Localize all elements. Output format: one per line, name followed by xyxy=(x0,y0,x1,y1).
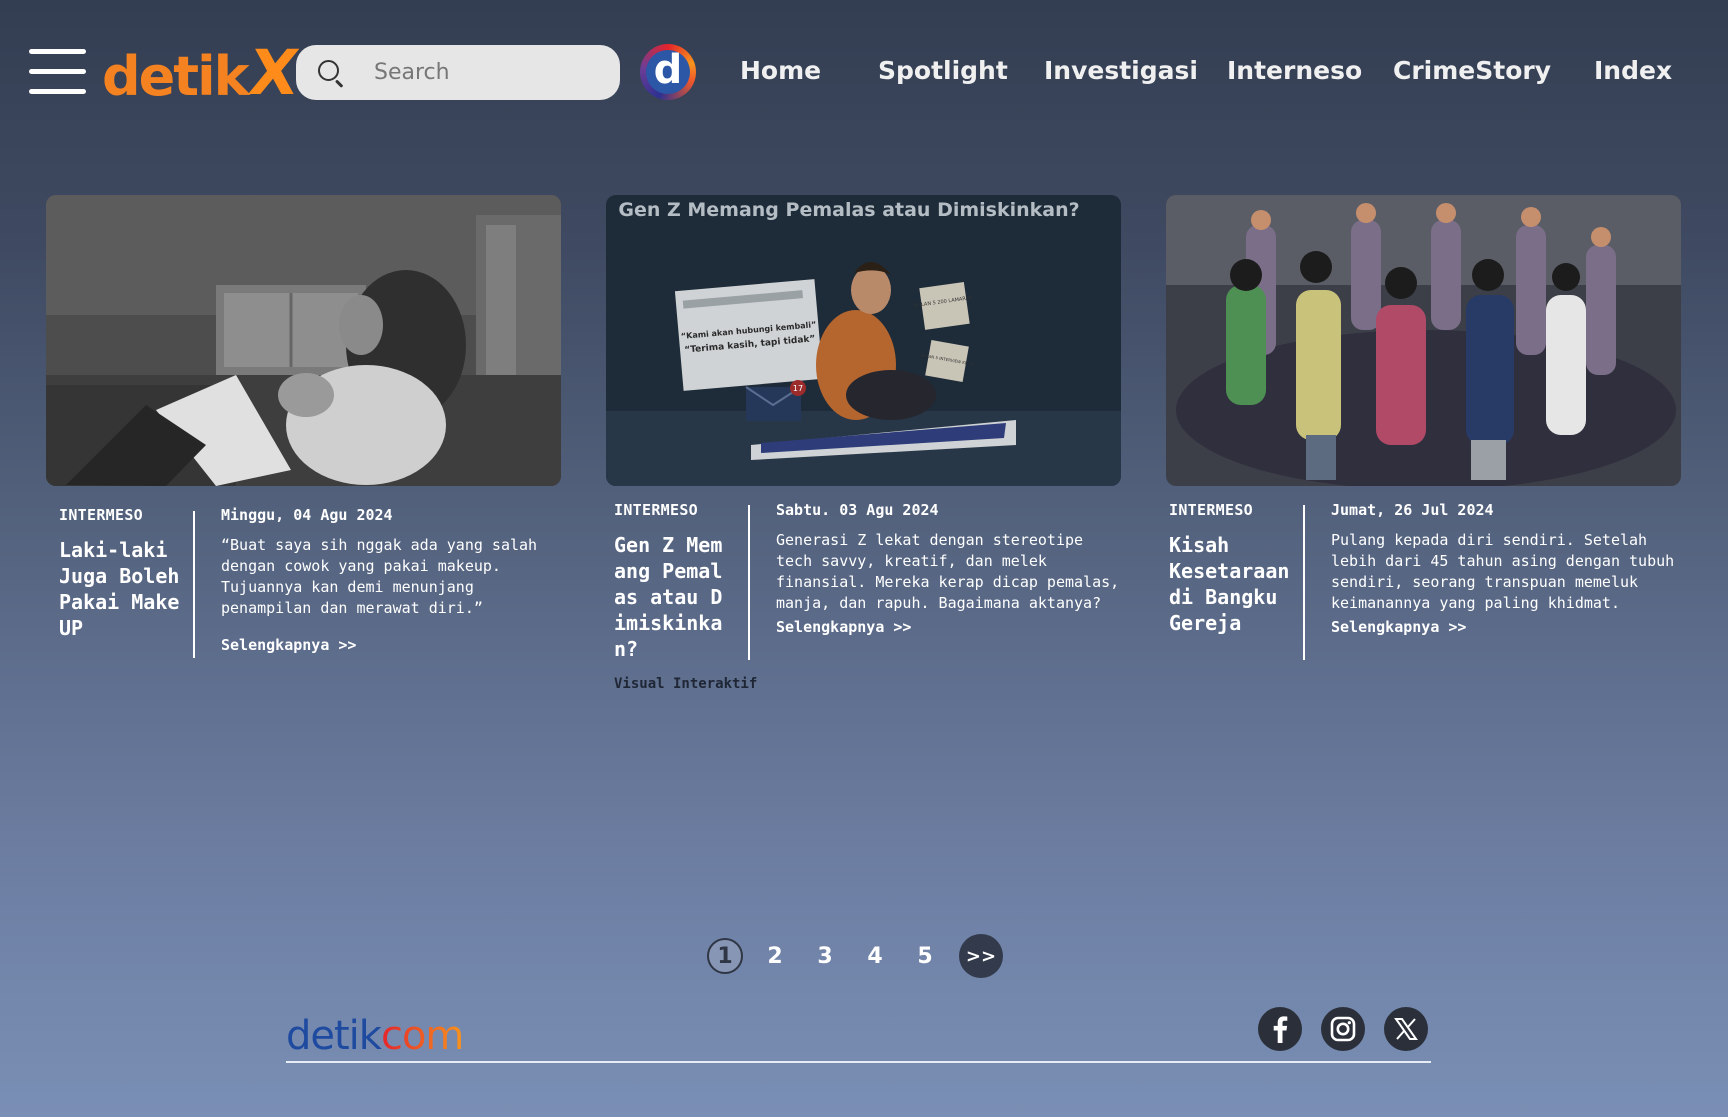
hamburger-menu-icon[interactable] xyxy=(29,49,86,95)
article-date: Minggu, 04 Agu 2024 xyxy=(221,506,393,524)
article-title[interactable]: Laki-laki Juga Boleh Pakai Make UP xyxy=(59,537,189,641)
article-subtitle: Visual Interaktif xyxy=(614,676,758,692)
nav-index[interactable]: Index xyxy=(1594,56,1672,85)
article-date: Sabtu. 03 Agu 2024 xyxy=(776,501,939,519)
page-3-button[interactable]: 3 xyxy=(807,938,843,974)
next-page-button[interactable]: >> xyxy=(959,934,1003,978)
article-excerpt: Generasi Z lekat dengan stereotipe tech … xyxy=(776,531,1120,612)
site-header: detikX d Home Spotlight Investigasi Inte… xyxy=(0,0,1728,140)
article-date: Jumat, 26 Jul 2024 xyxy=(1331,501,1494,519)
nav-investigasi[interactable]: Investigasi xyxy=(1044,56,1198,85)
article-left-3: INTERMESO Kisah Kesetaraan di Bangku Ger… xyxy=(1169,501,1294,636)
nav-crimestory[interactable]: CrimeStory xyxy=(1393,56,1551,85)
read-more-link[interactable]: Selengkapnya >> xyxy=(221,636,561,654)
article-image-3[interactable] xyxy=(1166,195,1681,486)
nav-spotlight[interactable]: Spotlight xyxy=(878,56,1008,85)
article-title[interactable]: Gen Z Memang Pemalas atau Dimiskinkan? xyxy=(614,532,734,662)
detik-d-logo[interactable]: d xyxy=(640,44,696,100)
article-category[interactable]: INTERMESO xyxy=(59,506,189,524)
instagram-icon[interactable] xyxy=(1321,1007,1365,1051)
article-right-3: Jumat, 26 Jul 2024 Pulang kepada diri se… xyxy=(1331,501,1681,636)
article-category[interactable]: INTERMESO xyxy=(614,501,734,519)
page-1-button[interactable]: 1 xyxy=(707,938,743,974)
mail-badge: 17 xyxy=(793,384,803,393)
divider xyxy=(1303,505,1305,660)
divider xyxy=(193,511,195,658)
nav-interneso[interactable]: Interneso xyxy=(1227,56,1362,85)
page-5-button[interactable]: 5 xyxy=(907,938,943,974)
article-left-1: INTERMESO Laki-laki Juga Boleh Pakai Mak… xyxy=(59,506,189,641)
illustration-heading-line1: Gen Z Memang Pemalas atau Dimiskinkan? xyxy=(618,199,1079,221)
article-title[interactable]: Kisah Kesetaraan di Bangku Gereja xyxy=(1169,532,1294,636)
search-icon[interactable] xyxy=(316,58,346,88)
nav-home[interactable]: Home xyxy=(740,56,821,85)
article-left-2: INTERMESO Gen Z Memang Pemalas atau Dimi… xyxy=(614,501,757,692)
article-category[interactable]: INTERMESO xyxy=(1169,501,1294,519)
article-excerpt: “Buat saya sih nggak ada yang salah deng… xyxy=(221,536,538,617)
article-image-1[interactable] xyxy=(46,195,561,486)
search-box[interactable] xyxy=(296,45,620,100)
read-more-link[interactable]: Selengkapnya >> xyxy=(1331,618,1681,636)
x-twitter-icon[interactable] xyxy=(1384,1007,1428,1051)
article-right-1: Minggu, 04 Agu 2024 “Buat saya sih nggak… xyxy=(221,506,561,654)
footer-divider xyxy=(286,1061,1431,1063)
detikcom-logo[interactable]: detikcom xyxy=(286,1016,464,1056)
search-input[interactable] xyxy=(374,60,594,85)
article-excerpt: Pulang kepada diri sendiri. Setelah lebi… xyxy=(1331,531,1675,612)
article-right-2: Sabtu. 03 Agu 2024 Generasi Z lekat deng… xyxy=(776,501,1126,636)
detikx-logo[interactable]: detik X xyxy=(102,36,303,109)
read-more-link[interactable]: Selengkapnya >> xyxy=(776,618,1126,636)
page-4-button[interactable]: 4 xyxy=(857,938,893,974)
page-2-button[interactable]: 2 xyxy=(757,938,793,974)
facebook-icon[interactable] xyxy=(1258,1007,1302,1051)
article-image-2[interactable]: Gen Z Memang Pemalas atau Dimiskinkan? “… xyxy=(606,195,1121,486)
divider xyxy=(748,505,750,660)
